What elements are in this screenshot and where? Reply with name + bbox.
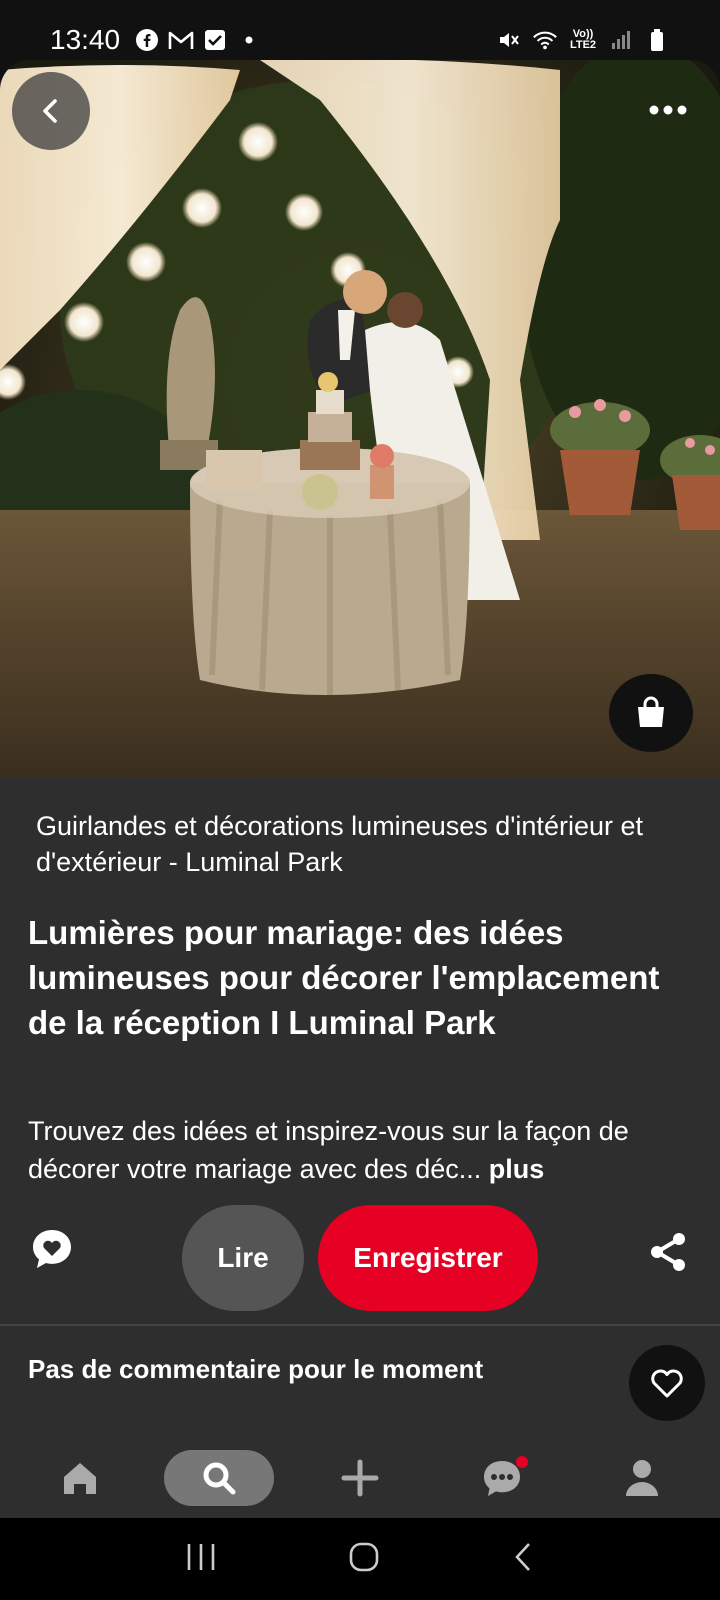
recents-icon xyxy=(188,1543,215,1570)
wifi-icon xyxy=(532,27,558,53)
nav-create[interactable] xyxy=(332,1450,388,1506)
share-button[interactable] xyxy=(647,1231,689,1273)
shop-button[interactable] xyxy=(609,674,693,752)
checkbox-icon xyxy=(202,27,228,53)
recents-button[interactable] xyxy=(185,1542,217,1577)
system-home-button[interactable] xyxy=(348,1541,380,1578)
home-circle-icon xyxy=(349,1542,379,1571)
nav-profile[interactable] xyxy=(614,1450,670,1506)
pin-source[interactable]: Guirlandes et décorations lumineuses d'i… xyxy=(36,808,656,880)
no-comment-label: Pas de commentaire pour le moment xyxy=(28,1354,484,1384)
nav-messages[interactable] xyxy=(474,1450,530,1506)
shopping-bag-icon xyxy=(638,696,664,727)
more-icon xyxy=(649,105,687,115)
comment-heart-icon xyxy=(33,1230,71,1268)
back-chevron-icon xyxy=(514,1542,530,1571)
signal-icon xyxy=(608,27,634,53)
divider xyxy=(0,1324,720,1326)
pin-title: Lumières pour mariage: des idées lumineu… xyxy=(28,914,660,1041)
battery-icon xyxy=(644,27,670,53)
volte-icon: Vo)) LTE2 xyxy=(569,28,597,51)
read-button[interactable]: Lire xyxy=(182,1205,304,1311)
bottom-nav xyxy=(0,1438,720,1518)
status-icons-right: Vo)) LTE2 xyxy=(496,27,670,53)
pin-image[interactable] xyxy=(0,60,720,778)
share-icon xyxy=(651,1233,685,1271)
save-button[interactable]: Enregistrer xyxy=(318,1205,538,1311)
dot-icon xyxy=(236,27,262,53)
like-button[interactable] xyxy=(629,1345,705,1421)
facebook-icon xyxy=(134,27,160,53)
status-time: 13:40 xyxy=(50,24,121,55)
back-button[interactable] xyxy=(12,72,90,150)
pin-details: Guirlandes et décorations lumineuses d'i… xyxy=(0,778,720,1438)
description-more-link[interactable]: plus xyxy=(489,1154,545,1184)
notification-dot xyxy=(516,1456,528,1468)
pin-description: Trouvez des idées et inspirez-vous sur l… xyxy=(28,1112,688,1188)
search-icon xyxy=(203,1462,236,1495)
profile-icon xyxy=(626,1460,658,1496)
more-button[interactable] xyxy=(628,88,708,132)
nav-home[interactable] xyxy=(52,1450,108,1506)
back-icon xyxy=(43,99,57,123)
heart-icon xyxy=(651,1369,683,1398)
mute-icon xyxy=(496,27,522,53)
wedding-photo xyxy=(0,60,720,778)
nav-search[interactable] xyxy=(164,1450,274,1506)
plus-icon xyxy=(341,1459,379,1497)
system-back-button[interactable] xyxy=(511,1541,535,1578)
home-icon xyxy=(64,1463,96,1494)
comment-button[interactable] xyxy=(28,1225,76,1273)
status-icons-left xyxy=(134,27,262,53)
system-nav-bar xyxy=(0,1518,720,1600)
gmail-icon xyxy=(168,27,194,53)
